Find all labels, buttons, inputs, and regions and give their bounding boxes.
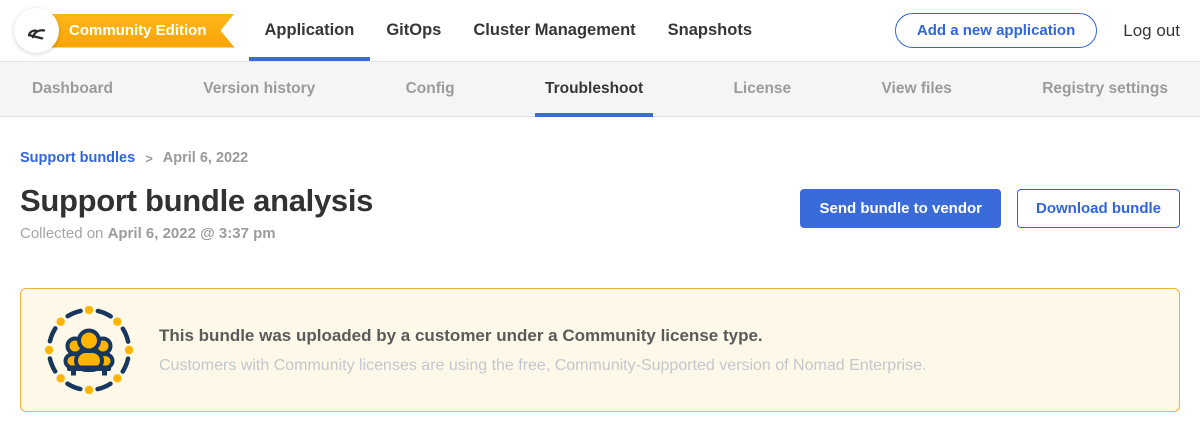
breadcrumb-current: April 6, 2022: [163, 150, 248, 166]
banner-text: This bundle was uploaded by a customer u…: [159, 326, 926, 375]
main-content: Support bundles > April 6, 2022 Support …: [0, 150, 1200, 242]
tab-cluster-management[interactable]: Cluster Management: [457, 0, 651, 61]
title-block: Support bundle analysis Collected on Apr…: [20, 183, 373, 242]
community-license-banner: This bundle was uploaded by a customer u…: [20, 288, 1180, 412]
subnav-item-registry-settings[interactable]: Registry settings: [1032, 62, 1178, 116]
banner-body: Customers with Community licenses are us…: [159, 357, 926, 375]
tab-snapshots[interactable]: Snapshots: [652, 0, 768, 61]
title-row: Support bundle analysis Collected on Apr…: [20, 183, 1180, 242]
logout-link[interactable]: Log out: [1123, 21, 1180, 41]
send-bundle-to-vendor-button[interactable]: Send bundle to vendor: [800, 189, 1001, 228]
replicated-logo[interactable]: [14, 8, 59, 53]
breadcrumb: Support bundles > April 6, 2022: [20, 150, 1180, 166]
top-nav-tabs: Application GitOps Cluster Management Sn…: [249, 0, 769, 61]
page-title: Support bundle analysis: [20, 183, 373, 219]
breadcrumb-separator: >: [145, 151, 153, 166]
collected-date: April 6, 2022 @ 3:37 pm: [108, 225, 276, 242]
subnav-item-config[interactable]: Config: [396, 62, 465, 116]
tab-application[interactable]: Application: [249, 0, 371, 61]
logo-wrap: Community Edition: [14, 0, 235, 61]
add-new-application-button[interactable]: Add a new application: [895, 13, 1097, 48]
header-right: Add a new application Log out: [895, 0, 1180, 61]
app-subnav: Dashboard Version history Config Trouble…: [0, 61, 1200, 117]
subnav-item-dashboard[interactable]: Dashboard: [22, 62, 123, 116]
replicated-logo-icon: [24, 18, 50, 44]
community-edition-badge: Community Edition: [35, 14, 235, 48]
subnav-item-license[interactable]: License: [723, 62, 801, 116]
collected-prefix: Collected on: [20, 225, 108, 242]
top-header: Community Edition Application GitOps Clu…: [0, 0, 1200, 61]
community-people-icon: [45, 306, 133, 394]
breadcrumb-support-bundles-link[interactable]: Support bundles: [20, 150, 135, 166]
subnav-item-view-files[interactable]: View files: [872, 62, 962, 116]
action-buttons: Send bundle to vendor Download bundle: [800, 183, 1180, 228]
header-spacer: [768, 0, 895, 61]
subnav-item-troubleshoot[interactable]: Troubleshoot: [535, 62, 653, 116]
collected-timestamp: Collected on April 6, 2022 @ 3:37 pm: [20, 225, 373, 242]
subnav-item-version-history[interactable]: Version history: [193, 62, 325, 116]
banner-heading: This bundle was uploaded by a customer u…: [159, 326, 926, 346]
download-bundle-button[interactable]: Download bundle: [1017, 189, 1180, 228]
tab-gitops[interactable]: GitOps: [370, 0, 457, 61]
